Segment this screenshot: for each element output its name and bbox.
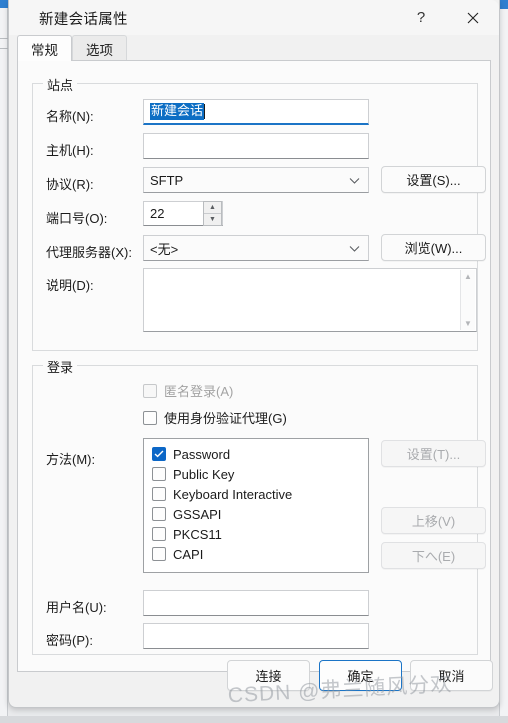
port-stepper-down-icon[interactable]: ▼ xyxy=(204,214,221,225)
method-settings-button-label: 设置(T)... xyxy=(407,444,460,463)
chevron-down-icon xyxy=(349,173,360,188)
proxy-label: 代理服务器(X): xyxy=(46,242,132,261)
description-textarea[interactable]: ▲ ▼ xyxy=(143,268,477,332)
tab-options[interactable]: 选项 xyxy=(72,35,127,61)
description-label: 说明(D): xyxy=(46,275,94,294)
cancel-button[interactable]: 取消 xyxy=(410,660,493,691)
method-listbox[interactable]: Password Public Key Keyboard Interactive… xyxy=(143,438,369,573)
password-input[interactable] xyxy=(143,623,369,649)
text-caret xyxy=(204,104,205,119)
backdrop-accent-top-right xyxy=(499,0,508,9)
backdrop-right-strip xyxy=(499,0,508,716)
name-label: 名称(N): xyxy=(46,106,94,125)
ok-button[interactable]: 确定 xyxy=(319,660,402,691)
list-item[interactable]: CAPI xyxy=(144,544,368,564)
checkbox-box[interactable] xyxy=(152,447,166,461)
help-button[interactable]: ? xyxy=(399,0,443,35)
tab-options-label: 选项 xyxy=(86,39,113,59)
connect-button[interactable]: 连接 xyxy=(227,660,310,691)
port-label: 端口号(O): xyxy=(46,208,107,227)
tab-general[interactable]: 常规 xyxy=(17,35,72,61)
list-item-label: PKCS11 xyxy=(173,527,222,542)
ok-button-label: 确定 xyxy=(347,666,373,685)
proxy-browse-button[interactable]: 浏览(W)... xyxy=(381,234,486,261)
method-settings-button[interactable]: 设置(T)... xyxy=(381,440,486,467)
host-label: 主机(H): xyxy=(46,140,94,159)
session-properties-dialog: 新建会话属性 ? 常规 选项 站点 名称(N): 新建会话 xyxy=(8,0,500,708)
list-item[interactable]: Keyboard Interactive xyxy=(144,484,368,504)
question-mark-icon: ? xyxy=(417,9,425,26)
method-label: 方法(M): xyxy=(46,449,95,468)
checkbox-box[interactable] xyxy=(152,467,166,481)
checkbox-box[interactable] xyxy=(143,411,157,425)
username-input[interactable] xyxy=(143,590,369,616)
tab-page-general: 站点 名称(N): 新建会话 主机(H): 协议(R): SFTP 设置(S).… xyxy=(17,60,491,672)
name-input[interactable]: 新建会话 xyxy=(143,99,369,125)
close-icon xyxy=(467,12,479,24)
backdrop-line-1 xyxy=(0,38,8,39)
list-item[interactable]: PKCS11 xyxy=(144,524,368,544)
scroll-down-icon[interactable]: ▼ xyxy=(464,319,472,328)
tab-general-label: 常规 xyxy=(31,39,58,59)
protocol-select-value: SFTP xyxy=(150,173,183,188)
list-item[interactable]: Public Key xyxy=(144,464,368,484)
list-item-label: CAPI xyxy=(173,547,203,562)
port-stepper-up-icon[interactable]: ▲ xyxy=(204,202,221,214)
site-group-legend: 站点 xyxy=(43,75,77,94)
name-input-value: 新建会话 xyxy=(150,103,204,120)
checkbox-box[interactable] xyxy=(152,487,166,501)
chevron-down-icon xyxy=(349,241,360,256)
list-item[interactable]: GSSAPI xyxy=(144,504,368,524)
cancel-button-label: 取消 xyxy=(438,666,464,685)
move-down-button[interactable]: 下へ(E) xyxy=(381,542,486,569)
proxy-select[interactable]: <无> xyxy=(143,235,369,261)
auth-agent-checkbox[interactable]: 使用身份验证代理(G) xyxy=(143,408,287,427)
protocol-settings-button[interactable]: 设置(S)... xyxy=(381,166,486,193)
backdrop-line-2 xyxy=(0,48,8,49)
move-up-button-label: 上移(V) xyxy=(412,511,455,530)
scroll-up-icon[interactable]: ▲ xyxy=(464,272,472,281)
username-label: 用户名(U): xyxy=(46,597,107,616)
list-item-label: Password xyxy=(173,447,230,462)
title-bar: 新建会话属性 ? xyxy=(9,0,499,35)
list-item-label: GSSAPI xyxy=(173,507,221,522)
window-title: 新建会话属性 xyxy=(39,8,128,29)
port-input-value: 22 xyxy=(150,206,164,221)
protocol-settings-button-label: 设置(S)... xyxy=(406,170,460,189)
protocol-select[interactable]: SFTP xyxy=(143,167,369,193)
proxy-select-value: <无> xyxy=(150,239,178,258)
host-input[interactable] xyxy=(143,133,369,159)
move-up-button[interactable]: 上移(V) xyxy=(381,507,486,534)
tab-strip: 常规 选项 xyxy=(17,35,499,61)
port-stepper[interactable]: ▲ ▼ xyxy=(203,201,222,226)
login-group-legend: 登录 xyxy=(43,357,77,376)
checkbox-box[interactable] xyxy=(152,507,166,521)
checkbox-box xyxy=(143,384,157,398)
list-item-label: Keyboard Interactive xyxy=(173,487,292,502)
proxy-browse-button-label: 浏览(W)... xyxy=(405,238,463,257)
backdrop-left-strip xyxy=(0,0,8,716)
checkbox-box[interactable] xyxy=(152,547,166,561)
port-input[interactable]: 22 ▲ ▼ xyxy=(143,201,223,226)
checkbox-box[interactable] xyxy=(152,527,166,541)
auth-agent-label: 使用身份验证代理(G) xyxy=(164,408,287,427)
list-item-label: Public Key xyxy=(173,467,234,482)
anonymous-login-label: 匿名登录(A) xyxy=(164,381,233,400)
list-item[interactable]: Password xyxy=(144,444,368,464)
dialog-footer: 连接 确定 取消 xyxy=(9,647,499,707)
protocol-label: 协议(R): xyxy=(46,174,94,193)
move-down-button-label: 下へ(E) xyxy=(412,546,455,565)
anonymous-login-checkbox: 匿名登录(A) xyxy=(143,381,233,400)
backdrop-accent-top-left xyxy=(0,0,8,8)
description-scrollbar[interactable]: ▲ ▼ xyxy=(460,270,475,330)
close-button[interactable] xyxy=(451,0,495,35)
connect-button-label: 连接 xyxy=(255,666,281,685)
